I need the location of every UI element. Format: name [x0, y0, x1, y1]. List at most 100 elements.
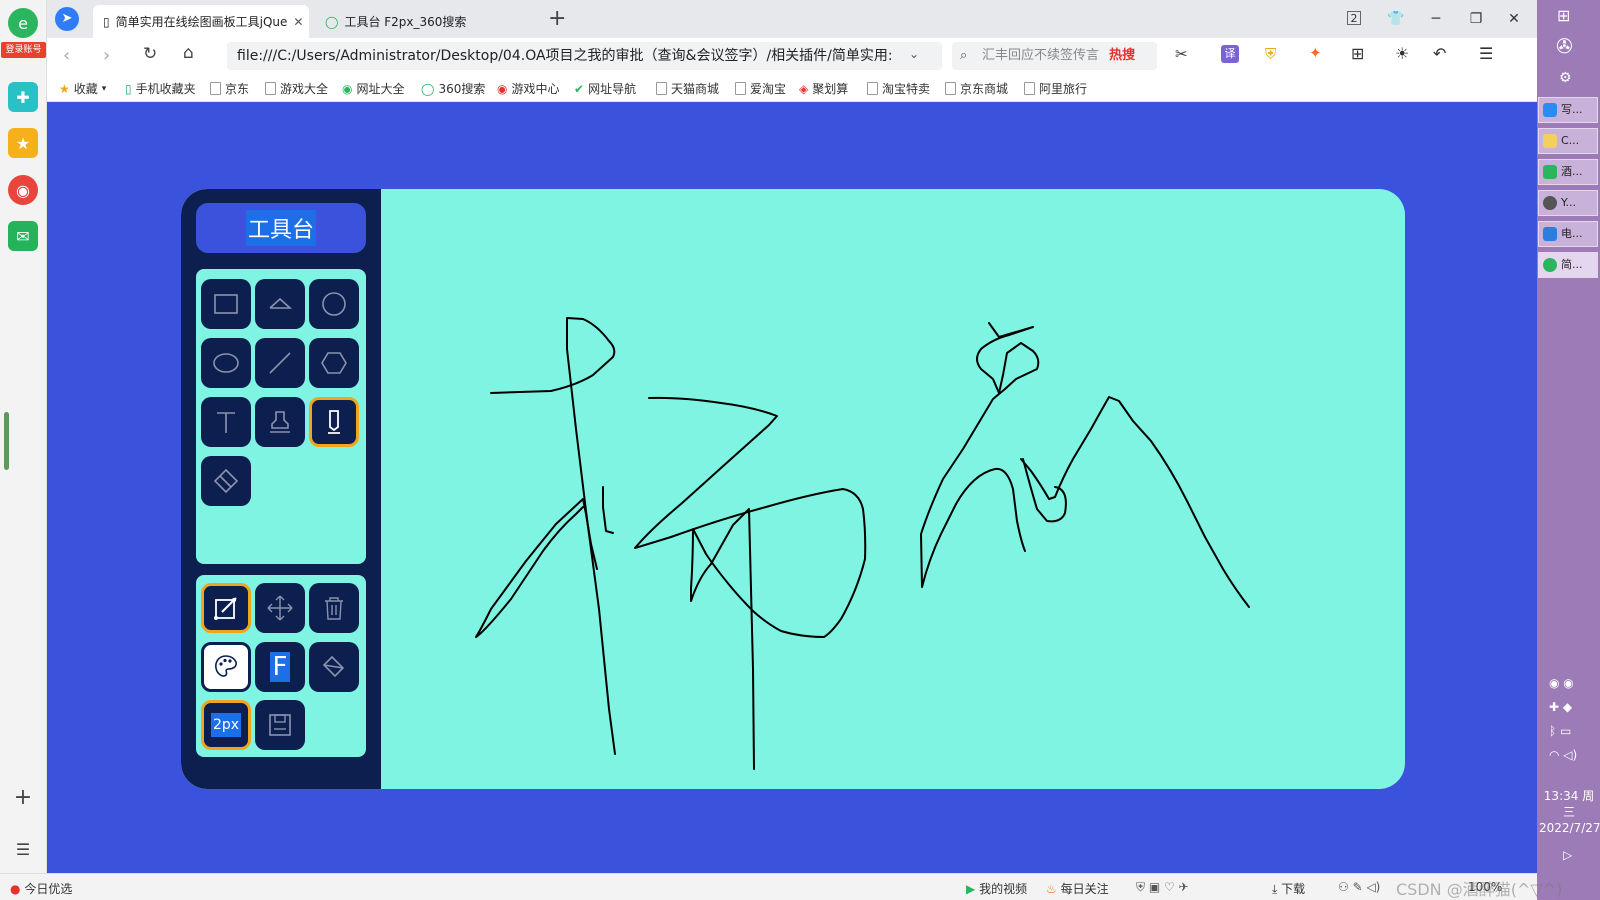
rectangle-tool-button[interactable]: [201, 279, 251, 329]
ellipse-icon: [213, 353, 239, 373]
page-icon: [210, 82, 221, 95]
menu-list-icon[interactable]: ☰: [8, 834, 38, 864]
brightness-icon[interactable]: ☀: [1395, 44, 1409, 63]
search-placeholder: 汇丰回应不续签传言: [982, 48, 1100, 63]
bookmark-item[interactable]: ◉ 游戏中心: [497, 80, 560, 97]
scissors-icon[interactable]: ✂: [1175, 45, 1188, 63]
bluetooth-battery-icons[interactable]: ᛒ ▭: [1549, 724, 1571, 738]
eraser-tool-button[interactable]: [201, 456, 251, 506]
url-field[interactable]: file:///C:/Users/Administrator/Desktop/0…: [227, 42, 942, 70]
home-icon[interactable]: ⌂: [183, 43, 194, 63]
bookmark-item[interactable]: 淘宝特卖: [867, 80, 930, 97]
game-icon[interactable]: ✦: [1309, 44, 1322, 62]
downloads[interactable]: ⤓ 下载: [1272, 880, 1305, 897]
font-button[interactable]: F: [255, 642, 305, 692]
taskbar-item[interactable]: 电...: [1538, 221, 1598, 247]
clock-date: 2022/7/27: [1539, 821, 1600, 835]
text-tool-button[interactable]: [201, 397, 251, 447]
hexagon-tool-button[interactable]: [309, 338, 359, 388]
bookmark-item[interactable]: 游戏大全: [265, 80, 328, 97]
bookmark-item[interactable]: ✔ 网址导航: [574, 80, 636, 97]
ellipse-tool-button[interactable]: [201, 338, 251, 388]
status-icons[interactable]: ⛨ ▣ ♡ ✈: [1136, 880, 1189, 895]
taskbar-item[interactable]: 酒...: [1538, 159, 1598, 185]
move-tool-button[interactable]: [255, 583, 305, 633]
sidebar-scroll-handle[interactable]: [4, 412, 9, 470]
show-desktop-icon[interactable]: ▷: [1563, 848, 1572, 862]
stamp-tool-button[interactable]: [255, 397, 305, 447]
fill-button[interactable]: [309, 642, 359, 692]
back-icon[interactable]: ‹: [63, 45, 70, 66]
save-button[interactable]: [255, 700, 305, 750]
tab-drawing-board[interactable]: ▯ 简单实用在线绘图画板工具jQue ✕: [93, 5, 309, 38]
bookmark-item[interactable]: ◉ 网址大全: [342, 80, 405, 97]
tray-icons[interactable]: ✚ ◆: [1549, 700, 1572, 714]
fan-icon[interactable]: ✇: [1556, 34, 1573, 58]
browser-logo-icon[interactable]: e: [8, 8, 38, 38]
forward-icon[interactable]: ›: [103, 45, 110, 66]
search-input[interactable]: ⌕ 汇丰回应不续签传言 热搜: [952, 42, 1157, 70]
stroke: [475, 498, 598, 638]
new-tab-icon[interactable]: +: [548, 6, 566, 31]
drawing-canvas[interactable]: [381, 189, 1405, 789]
daily-focus[interactable]: ♨ 每日关注: [1046, 880, 1109, 897]
bookmark-item[interactable]: 京东: [210, 80, 249, 97]
bookmark-favorites[interactable]: ★ 收藏 ▾: [59, 80, 106, 97]
taskbar-item[interactable]: 写...: [1538, 97, 1598, 123]
line-width-button[interactable]: 2px: [201, 700, 251, 750]
skin-shirt-icon[interactable]: 👕: [1385, 8, 1407, 30]
tab-search[interactable]: ◯ 工具台 F2px_360搜索: [315, 5, 530, 38]
color-picker-button[interactable]: [201, 642, 251, 692]
plus-app-icon[interactable]: ✚: [8, 82, 38, 112]
bookmark-item[interactable]: ▯ 手机收藏夹: [125, 80, 196, 97]
login-badge[interactable]: 登录账号: [1, 42, 46, 58]
tab-bar: ➤ ▯ 简单实用在线绘图画板工具jQue ✕ ◯ 工具台 F2px_360搜索 …: [47, 0, 1537, 38]
close-tab-icon[interactable]: ✕: [293, 15, 303, 29]
tab-counter-icon[interactable]: 2: [1347, 11, 1361, 25]
navigation-arrow-icon[interactable]: ➤: [55, 7, 79, 31]
clock[interactable]: 13:34 周三 2022/7/27: [1539, 788, 1600, 836]
heart-icon: ●: [10, 882, 21, 896]
restore-icon[interactable]: ❐: [1465, 8, 1487, 30]
add-app-icon[interactable]: +: [8, 782, 38, 812]
status-label: 我的视频: [979, 882, 1028, 896]
my-videos[interactable]: ▶ 我的视频: [966, 880, 1027, 897]
url-dropdown-icon[interactable]: ⌄: [909, 47, 919, 61]
windows-start-icon[interactable]: ⊞: [1557, 6, 1570, 25]
main-menu-icon[interactable]: ☰: [1479, 44, 1493, 63]
bookmark-item[interactable]: ◈ 聚划算: [799, 80, 848, 97]
weibo-icon[interactable]: ◉: [8, 175, 38, 205]
shield-coin-icon[interactable]: ⛨: [1265, 45, 1276, 63]
favorites-star-icon[interactable]: ★: [8, 128, 38, 158]
minimize-icon[interactable]: ─: [1425, 8, 1447, 30]
globe-icon: ◉: [342, 81, 353, 96]
translate-icon[interactable]: 译: [1221, 45, 1239, 63]
tray-icons[interactable]: ◉ ◉: [1549, 676, 1574, 690]
close-window-icon[interactable]: ✕: [1503, 8, 1525, 30]
wifi-volume-icons[interactable]: ◠ ◁): [1549, 748, 1577, 762]
taskbar-item[interactable]: Y...: [1538, 190, 1598, 216]
task-label: 酒...: [1561, 165, 1583, 178]
line-tool-button[interactable]: [255, 338, 305, 388]
bookmark-item[interactable]: 爱淘宝: [735, 80, 786, 97]
mail-icon[interactable]: ✉: [8, 221, 38, 251]
undo-icon[interactable]: ↶: [1433, 44, 1446, 63]
360-search-icon: ◯: [325, 14, 339, 29]
bookmark-item[interactable]: 京东商城: [945, 80, 1008, 97]
bookmark-item[interactable]: ◯ 360搜索: [421, 80, 485, 97]
pen-tool-button[interactable]: [309, 397, 359, 447]
taskbar-item[interactable]: C...: [1538, 128, 1598, 154]
bookmark-item[interactable]: 天猫商城: [656, 80, 719, 97]
clear-canvas-button[interactable]: [309, 583, 359, 633]
circle-tool-button[interactable]: [309, 279, 359, 329]
settings-gear-icon[interactable]: ⚙: [1559, 70, 1572, 86]
stroke-mode-button[interactable]: [201, 583, 251, 633]
play-icon: ▶: [966, 882, 976, 896]
reload-icon[interactable]: ↻: [143, 44, 157, 64]
apps-grid-icon[interactable]: ⊞: [1351, 44, 1364, 63]
bookmark-item[interactable]: 阿里旅行: [1024, 80, 1087, 97]
taskbar-item[interactable]: 简...: [1538, 252, 1598, 278]
status-icons[interactable]: ⚇ ✎ ◁): [1338, 880, 1380, 894]
triangle-tool-button[interactable]: [255, 279, 305, 329]
today-picks[interactable]: ● 今日优选: [10, 880, 72, 897]
